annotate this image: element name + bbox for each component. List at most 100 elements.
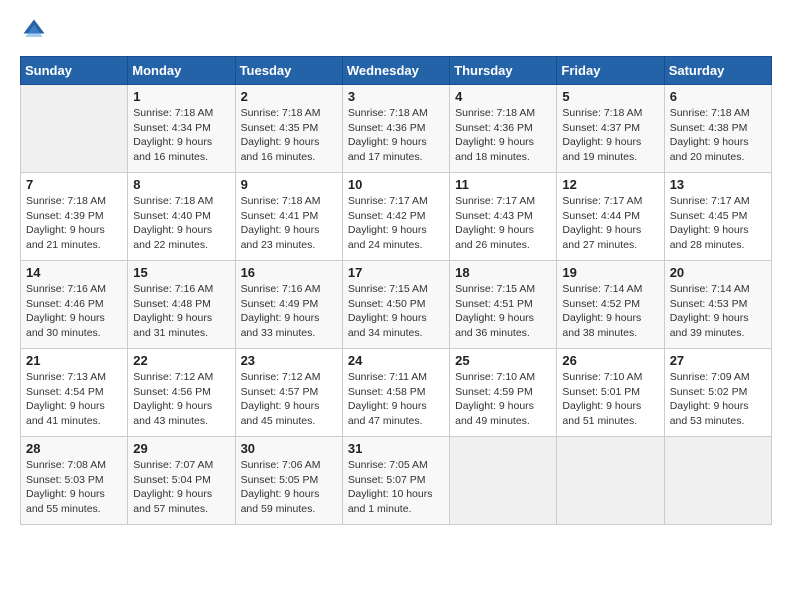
day-number: 22 xyxy=(133,353,229,368)
day-info: Sunrise: 7:17 AM Sunset: 4:44 PM Dayligh… xyxy=(562,194,658,253)
header-day: Tuesday xyxy=(235,57,342,85)
day-info: Sunrise: 7:17 AM Sunset: 4:42 PM Dayligh… xyxy=(348,194,444,253)
day-number: 13 xyxy=(670,177,766,192)
header-day: Monday xyxy=(128,57,235,85)
week-row: 1 Sunrise: 7:18 AM Sunset: 4:34 PM Daylig… xyxy=(21,85,772,173)
day-cell: 10Sunrise: 7:17 AM Sunset: 4:42 PM Dayli… xyxy=(342,173,449,261)
header xyxy=(20,16,772,44)
day-cell: 24 Sunrise: 7:11 AM Sunset: 4:58 PM Dayli… xyxy=(342,349,449,437)
day-cell: 2Sunrise: 7:18 AM Sunset: 4:35 PM Daylig… xyxy=(235,85,342,173)
week-row: 7 Sunrise: 7:18 AM Sunset: 4:39 PM Daylig… xyxy=(21,173,772,261)
day-number: 29 xyxy=(133,441,229,456)
day-cell: 17 Sunrise: 7:15 AM Sunset: 4:50 PM Dayli… xyxy=(342,261,449,349)
day-number: 1 xyxy=(133,89,229,104)
day-info: Sunrise: 7:18 AM Sunset: 4:35 PM Dayligh… xyxy=(241,106,337,165)
day-cell xyxy=(21,85,128,173)
day-info: Sunrise: 7:07 AM Sunset: 5:04 PM Dayligh… xyxy=(133,458,229,517)
logo-icon xyxy=(20,16,48,44)
day-info: Sunrise: 7:10 AM Sunset: 4:59 PM Dayligh… xyxy=(455,370,551,429)
day-number: 24 xyxy=(348,353,444,368)
day-info: Sunrise: 7:11 AM Sunset: 4:58 PM Dayligh… xyxy=(348,370,444,429)
day-cell: 3 Sunrise: 7:18 AM Sunset: 4:36 PM Daylig… xyxy=(342,85,449,173)
week-row: 21 Sunrise: 7:13 AM Sunset: 4:54 PM Dayli… xyxy=(21,349,772,437)
day-info: Sunrise: 7:09 AM Sunset: 5:02 PM Dayligh… xyxy=(670,370,766,429)
day-number: 17 xyxy=(348,265,444,280)
day-cell: 11 Sunrise: 7:17 AM Sunset: 4:43 PM Dayli… xyxy=(450,173,557,261)
page: SundayMondayTuesdayWednesdayThursdayFrid… xyxy=(0,0,792,612)
day-info: Sunrise: 7:16 AM Sunset: 4:48 PM Dayligh… xyxy=(133,282,229,341)
day-info: Sunrise: 7:18 AM Sunset: 4:39 PM Dayligh… xyxy=(26,194,122,253)
day-number: 9 xyxy=(241,177,337,192)
day-number: 20 xyxy=(670,265,766,280)
day-number: 30 xyxy=(241,441,337,456)
day-number: 5 xyxy=(562,89,658,104)
day-cell: 20Sunrise: 7:14 AM Sunset: 4:53 PM Dayli… xyxy=(664,261,771,349)
day-cell: 14 Sunrise: 7:16 AM Sunset: 4:46 PM Dayli… xyxy=(21,261,128,349)
day-cell: 21 Sunrise: 7:13 AM Sunset: 4:54 PM Dayli… xyxy=(21,349,128,437)
day-cell: 26 Sunrise: 7:10 AM Sunset: 5:01 PM Dayli… xyxy=(557,349,664,437)
logo xyxy=(20,16,52,44)
day-cell: 16 Sunrise: 7:16 AM Sunset: 4:49 PM Dayli… xyxy=(235,261,342,349)
day-info: Sunrise: 7:14 AM Sunset: 4:52 PM Dayligh… xyxy=(562,282,658,341)
day-info: Sunrise: 7:17 AM Sunset: 4:45 PM Dayligh… xyxy=(670,194,766,253)
day-cell: 30 Sunrise: 7:06 AM Sunset: 5:05 PM Dayli… xyxy=(235,437,342,525)
day-cell: 27 Sunrise: 7:09 AM Sunset: 5:02 PM Dayli… xyxy=(664,349,771,437)
day-info: Sunrise: 7:05 AM Sunset: 5:07 PM Dayligh… xyxy=(348,458,444,517)
header-day: Sunday xyxy=(21,57,128,85)
day-number: 14 xyxy=(26,265,122,280)
day-number: 16 xyxy=(241,265,337,280)
header-day: Friday xyxy=(557,57,664,85)
day-info: Sunrise: 7:18 AM Sunset: 4:37 PM Dayligh… xyxy=(562,106,658,165)
day-number: 8 xyxy=(133,177,229,192)
day-number: 12 xyxy=(562,177,658,192)
day-cell xyxy=(450,437,557,525)
day-number: 25 xyxy=(455,353,551,368)
day-number: 31 xyxy=(348,441,444,456)
day-cell: 7 Sunrise: 7:18 AM Sunset: 4:39 PM Daylig… xyxy=(21,173,128,261)
day-cell: 1 Sunrise: 7:18 AM Sunset: 4:34 PM Daylig… xyxy=(128,85,235,173)
day-info: Sunrise: 7:18 AM Sunset: 4:40 PM Dayligh… xyxy=(133,194,229,253)
day-number: 7 xyxy=(26,177,122,192)
day-number: 23 xyxy=(241,353,337,368)
day-cell: 28 Sunrise: 7:08 AM Sunset: 5:03 PM Dayli… xyxy=(21,437,128,525)
day-cell: 23 Sunrise: 7:12 AM Sunset: 4:57 PM Dayli… xyxy=(235,349,342,437)
day-cell: 29 Sunrise: 7:07 AM Sunset: 5:04 PM Dayli… xyxy=(128,437,235,525)
week-row: 28 Sunrise: 7:08 AM Sunset: 5:03 PM Dayli… xyxy=(21,437,772,525)
week-row: 14 Sunrise: 7:16 AM Sunset: 4:46 PM Dayli… xyxy=(21,261,772,349)
day-number: 11 xyxy=(455,177,551,192)
day-info: Sunrise: 7:18 AM Sunset: 4:36 PM Dayligh… xyxy=(348,106,444,165)
day-cell xyxy=(664,437,771,525)
day-info: Sunrise: 7:18 AM Sunset: 4:41 PM Dayligh… xyxy=(241,194,337,253)
day-info: Sunrise: 7:08 AM Sunset: 5:03 PM Dayligh… xyxy=(26,458,122,517)
day-cell: 18Sunrise: 7:15 AM Sunset: 4:51 PM Dayli… xyxy=(450,261,557,349)
day-cell xyxy=(557,437,664,525)
day-number: 27 xyxy=(670,353,766,368)
day-cell: 8 Sunrise: 7:18 AM Sunset: 4:40 PM Daylig… xyxy=(128,173,235,261)
day-info: Sunrise: 7:13 AM Sunset: 4:54 PM Dayligh… xyxy=(26,370,122,429)
day-info: Sunrise: 7:15 AM Sunset: 4:50 PM Dayligh… xyxy=(348,282,444,341)
day-info: Sunrise: 7:18 AM Sunset: 4:36 PM Dayligh… xyxy=(455,106,551,165)
day-cell: 6Sunrise: 7:18 AM Sunset: 4:38 PM Daylig… xyxy=(664,85,771,173)
day-info: Sunrise: 7:16 AM Sunset: 4:49 PM Dayligh… xyxy=(241,282,337,341)
day-number: 6 xyxy=(670,89,766,104)
day-cell: 31 Sunrise: 7:05 AM Sunset: 5:07 PM Dayli… xyxy=(342,437,449,525)
day-cell: 22Sunrise: 7:12 AM Sunset: 4:56 PM Dayli… xyxy=(128,349,235,437)
day-info: Sunrise: 7:06 AM Sunset: 5:05 PM Dayligh… xyxy=(241,458,337,517)
day-number: 19 xyxy=(562,265,658,280)
day-info: Sunrise: 7:12 AM Sunset: 4:57 PM Dayligh… xyxy=(241,370,337,429)
day-number: 26 xyxy=(562,353,658,368)
day-cell: 15Sunrise: 7:16 AM Sunset: 4:48 PM Dayli… xyxy=(128,261,235,349)
day-cell: 12 Sunrise: 7:17 AM Sunset: 4:44 PM Dayli… xyxy=(557,173,664,261)
day-info: Sunrise: 7:17 AM Sunset: 4:43 PM Dayligh… xyxy=(455,194,551,253)
day-info: Sunrise: 7:18 AM Sunset: 4:34 PM Dayligh… xyxy=(133,106,229,165)
day-info: Sunrise: 7:16 AM Sunset: 4:46 PM Dayligh… xyxy=(26,282,122,341)
day-info: Sunrise: 7:10 AM Sunset: 5:01 PM Dayligh… xyxy=(562,370,658,429)
day-cell: 4Sunrise: 7:18 AM Sunset: 4:36 PM Daylig… xyxy=(450,85,557,173)
day-number: 28 xyxy=(26,441,122,456)
day-info: Sunrise: 7:15 AM Sunset: 4:51 PM Dayligh… xyxy=(455,282,551,341)
day-cell: 13 Sunrise: 7:17 AM Sunset: 4:45 PM Dayli… xyxy=(664,173,771,261)
calendar-table: SundayMondayTuesdayWednesdayThursdayFrid… xyxy=(20,56,772,525)
day-number: 21 xyxy=(26,353,122,368)
day-cell: 19 Sunrise: 7:14 AM Sunset: 4:52 PM Dayli… xyxy=(557,261,664,349)
day-number: 3 xyxy=(348,89,444,104)
